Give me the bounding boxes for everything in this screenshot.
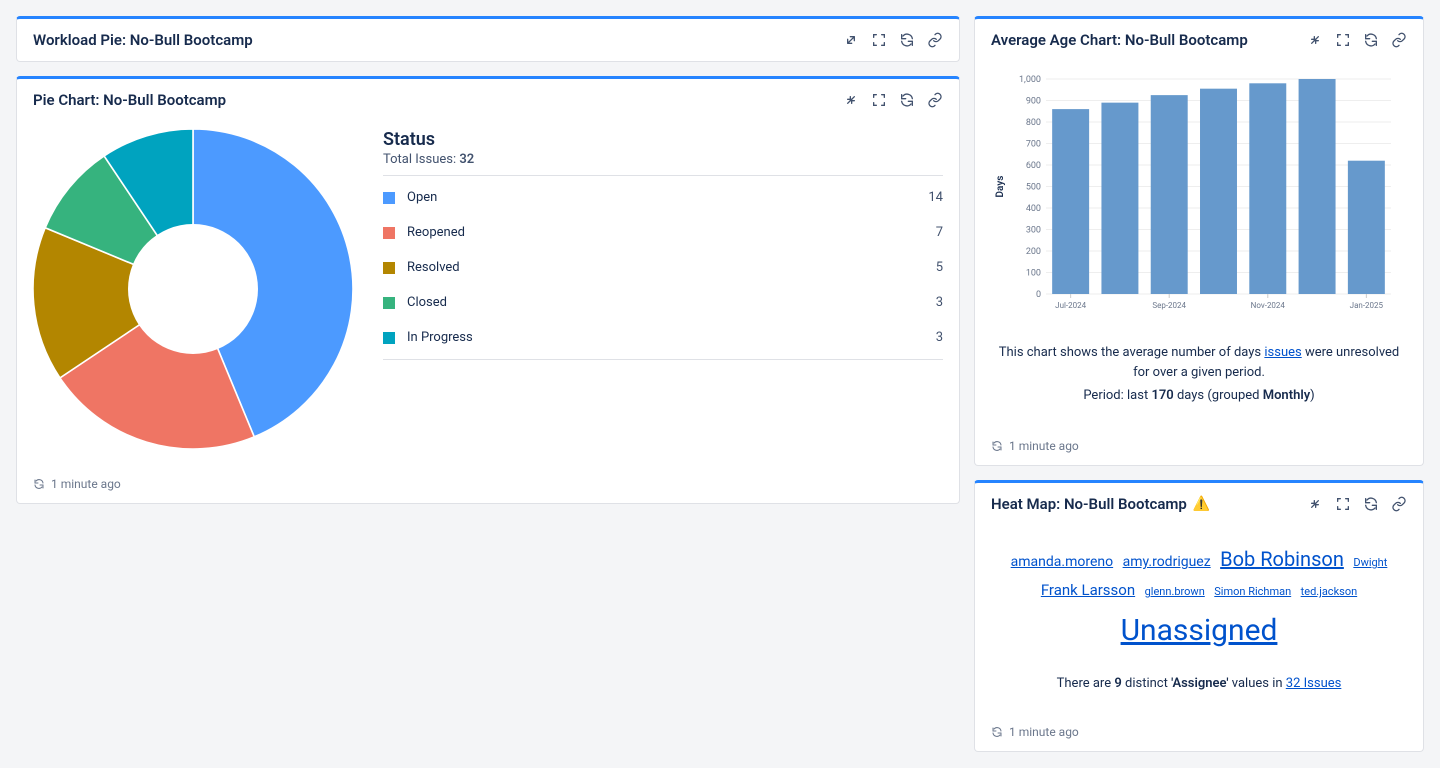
timestamp: 1 minute ago — [51, 477, 121, 491]
heatmap-user-link[interactable]: Frank Larsson — [1041, 581, 1135, 599]
timestamp: 1 minute ago — [1009, 725, 1079, 739]
refresh-icon[interactable] — [1363, 496, 1379, 512]
heatmap-user-link[interactable]: Dwight — [1353, 556, 1387, 569]
heatmap-user-link[interactable]: Unassigned — [1121, 613, 1278, 648]
legend-swatch — [383, 192, 395, 204]
legend-label: Closed — [407, 295, 936, 310]
issues-count-link[interactable]: 32 Issues — [1286, 676, 1342, 691]
refresh-icon[interactable] — [899, 32, 915, 48]
legend-value: 7 — [936, 225, 943, 240]
heatmap-user-link[interactable]: Bob Robinson — [1220, 547, 1344, 571]
svg-text:300: 300 — [1026, 226, 1041, 236]
legend-item: In Progress3 — [383, 320, 943, 355]
legend-swatch — [383, 227, 395, 239]
issues-link[interactable]: issues — [1264, 345, 1301, 360]
heatmap-user-link[interactable]: amanda.moreno — [1011, 554, 1113, 570]
refresh-icon[interactable] — [1363, 32, 1379, 48]
bar-description: This chart shows the average number of d… — [991, 343, 1407, 382]
legend-value: 14 — [928, 190, 943, 205]
bar-chart[interactable]: 0 100 200 300 400 500 600 700 800 900 1,000 Days Jul… — [991, 69, 1401, 329]
heatmap-user-link[interactable]: ted.jackson — [1301, 585, 1358, 598]
heatmap-user-link[interactable]: amy.rodriguez — [1123, 554, 1211, 570]
svg-text:500: 500 — [1026, 183, 1041, 193]
legend-label: Open — [407, 190, 928, 205]
legend-swatch — [383, 297, 395, 309]
svg-text:0: 0 — [1036, 290, 1041, 300]
svg-text:Nov-2024: Nov-2024 — [1251, 301, 1286, 310]
avg-age-panel: Average Age Chart: No-Bull Bootcamp 0 100… — [974, 16, 1424, 466]
svg-text:200: 200 — [1026, 247, 1041, 257]
svg-text:Jan-2025: Jan-2025 — [1350, 301, 1384, 310]
svg-text:400: 400 — [1026, 204, 1041, 214]
collapse-icon[interactable] — [843, 92, 859, 108]
refresh-small-icon — [991, 726, 1003, 738]
refresh-small-icon — [991, 440, 1003, 452]
svg-text:Sep-2024: Sep-2024 — [1152, 301, 1186, 310]
legend-item: Open14 — [383, 180, 943, 215]
panel-title: Average Age Chart: No-Bull Bootcamp — [991, 31, 1248, 49]
expand-icon[interactable] — [843, 32, 859, 48]
legend-label: Reopened — [407, 225, 936, 240]
legend-label: Resolved — [407, 260, 936, 275]
svg-text:900: 900 — [1026, 97, 1041, 107]
legend-value: 3 — [936, 295, 943, 310]
warning-icon: ⚠️ — [1193, 496, 1210, 512]
svg-text:600: 600 — [1026, 161, 1041, 171]
heatmap-user-link[interactable]: glenn.brown — [1145, 585, 1205, 598]
link-icon[interactable] — [927, 92, 943, 108]
svg-text:700: 700 — [1026, 140, 1041, 150]
refresh-icon[interactable] — [899, 92, 915, 108]
link-icon[interactable] — [927, 32, 943, 48]
link-icon[interactable] — [1391, 496, 1407, 512]
panel-title: Workload Pie: No-Bull Bootcamp — [33, 31, 253, 49]
heatmap-panel: Heat Map: No-Bull Bootcamp ⚠️ amanda.mor… — [974, 480, 1424, 752]
svg-text:800: 800 — [1026, 118, 1041, 128]
heatmap-cloud: amanda.moreno amy.rodriguez Bob Robinson… — [991, 533, 1407, 670]
legend-title: Status — [383, 129, 943, 150]
timestamp: 1 minute ago — [1009, 439, 1079, 453]
fullscreen-icon[interactable] — [871, 92, 887, 108]
legend-swatch — [383, 262, 395, 274]
donut-chart[interactable] — [33, 129, 353, 449]
heatmap-summary: There are 9 distinct 'Assignee' values i… — [991, 676, 1407, 691]
svg-text:Jul-2024: Jul-2024 — [1055, 301, 1086, 310]
legend-value: 5 — [936, 260, 943, 275]
collapse-icon[interactable] — [1307, 32, 1323, 48]
legend-item: Reopened7 — [383, 215, 943, 250]
refresh-small-icon — [33, 478, 45, 490]
panel-title: Heat Map: No-Bull Bootcamp ⚠️ — [991, 495, 1210, 513]
collapse-icon[interactable] — [1307, 496, 1323, 512]
legend-swatch — [383, 332, 395, 344]
legend-subtitle: Total Issues: 32 — [383, 152, 943, 167]
legend-item: Closed3 — [383, 285, 943, 320]
svg-text:Days: Days — [995, 176, 1006, 198]
svg-text:100: 100 — [1026, 269, 1041, 279]
workload-pie-panel: Workload Pie: No-Bull Bootcamp — [16, 16, 960, 62]
link-icon[interactable] — [1391, 32, 1407, 48]
fullscreen-icon[interactable] — [1335, 496, 1351, 512]
svg-text:1,000: 1,000 — [1019, 75, 1041, 85]
legend-value: 3 — [936, 330, 943, 345]
fullscreen-icon[interactable] — [871, 32, 887, 48]
pie-chart-panel: Pie Chart: No-Bull Bootcamp Status — [16, 76, 960, 504]
bar-period: Period: last 170 days (grouped Monthly) — [991, 388, 1407, 403]
legend-item: Resolved5 — [383, 250, 943, 285]
fullscreen-icon[interactable] — [1335, 32, 1351, 48]
heatmap-user-link[interactable]: Simon Richman — [1214, 585, 1291, 598]
legend-label: In Progress — [407, 330, 936, 345]
panel-title: Pie Chart: No-Bull Bootcamp — [33, 91, 226, 109]
